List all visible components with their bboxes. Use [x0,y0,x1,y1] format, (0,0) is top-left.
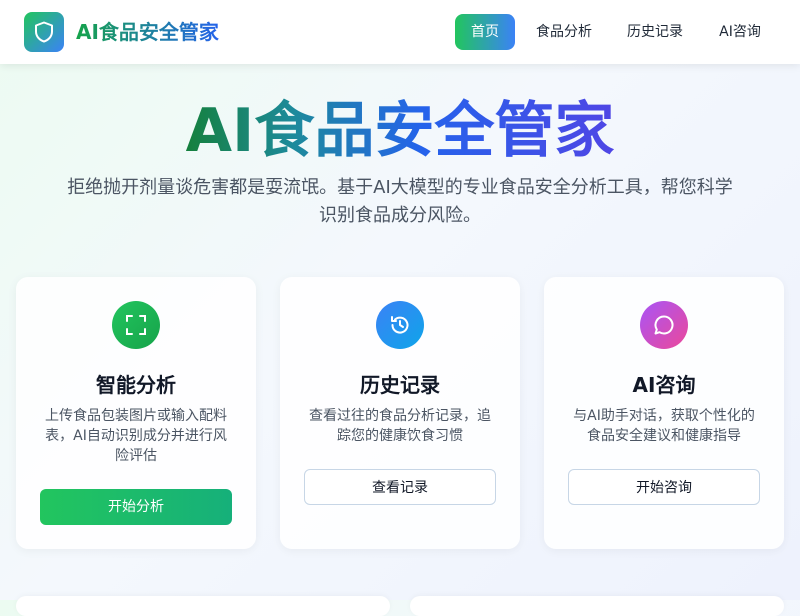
logo[interactable] [24,12,64,52]
brand-name[interactable]: AI食品安全管家 [76,19,219,45]
feature-card-ai-consult: AI咨询 与AI助手对话，获取个性化的食品安全建议和健康指导 开始咨询 [544,277,784,549]
card-title: 智能分析 [96,373,176,397]
view-records-button[interactable]: 查看记录 [304,469,496,505]
scan-icon [112,301,160,349]
hero-title: AI食品安全管家 [185,96,615,166]
card-title: AI咨询 [632,373,696,397]
history-icon [376,301,424,349]
feature-card-analysis: 智能分析 上传食品包装图片或输入配料表，AI自动识别成分并进行风险评估 开始分析 [16,277,256,549]
card-description: 与AI助手对话，获取个性化的食品安全建议和健康指导 [573,408,755,444]
nav-ai-consult[interactable]: AI咨询 [710,14,770,50]
nav-home[interactable]: 首页 [455,14,515,50]
feature-card-history: 历史记录 查看过往的食品分析记录，追踪您的健康饮食习惯 查看记录 [280,277,520,549]
bottom-panel-right [410,596,784,616]
card-description: 上传食品包装图片或输入配料表，AI自动识别成分并进行风险评估 [45,408,227,464]
start-consult-button[interactable]: 开始咨询 [568,469,760,505]
chat-icon [640,301,688,349]
bottom-panel-left [16,596,390,616]
shield-icon [35,21,53,43]
hero-subtitle: 拒绝抛开剂量谈危害都是耍流氓。基于AI大模型的专业食品安全分析工具，帮您科学识别… [67,177,733,226]
card-title: 历史记录 [360,373,440,397]
nav-history[interactable]: 历史记录 [619,14,691,50]
start-analysis-button[interactable]: 开始分析 [40,489,232,525]
top-navbar: AI食品安全管家 首页 食品分析 历史记录 AI咨询 [0,0,800,64]
card-description: 查看过往的食品分析记录，追踪您的健康饮食习惯 [309,408,491,444]
nav-food-analysis[interactable]: 食品分析 [528,14,600,50]
